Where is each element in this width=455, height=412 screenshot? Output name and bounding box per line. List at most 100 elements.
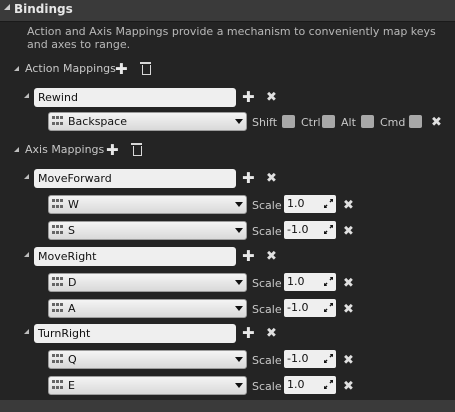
key-value: D bbox=[68, 276, 77, 289]
spin-arrows-icon[interactable] bbox=[324, 225, 333, 234]
chevron-down-icon bbox=[235, 357, 243, 362]
scale-input[interactable]: -1.0 bbox=[284, 221, 336, 239]
scale-input[interactable]: 1.0 bbox=[284, 195, 336, 213]
bindings-description: Action and Axis Mappings provide a mecha… bbox=[27, 25, 452, 51]
add-key-button[interactable]: ✚ bbox=[242, 326, 255, 341]
collapse-arrow-icon[interactable] bbox=[4, 4, 10, 10]
cmd-label: Cmd bbox=[380, 116, 406, 129]
scale-label: Scale bbox=[252, 303, 282, 316]
spin-arrows-icon[interactable] bbox=[324, 380, 333, 389]
description-line-2: range. bbox=[94, 38, 131, 51]
chevron-down-icon bbox=[235, 383, 243, 388]
ctrl-label: Ctrl bbox=[301, 116, 321, 129]
key-value: A bbox=[68, 302, 76, 315]
axis-name-field[interactable]: MoveForward bbox=[34, 169, 236, 188]
keyboard-icon bbox=[51, 302, 65, 314]
scale-input[interactable]: 1.0 bbox=[284, 273, 336, 291]
action-mappings-label: Action Mappings bbox=[25, 62, 116, 75]
collapse-arrow-icon[interactable] bbox=[24, 174, 29, 179]
action-mappings-section[interactable]: Action Mappings ✚ bbox=[0, 57, 455, 81]
chevron-down-icon bbox=[235, 228, 243, 233]
ctrl-checkbox[interactable] bbox=[322, 115, 335, 128]
axis-name-field[interactable]: MoveRight bbox=[34, 247, 236, 266]
remove-key-button[interactable]: ✖ bbox=[343, 303, 354, 316]
key-selector[interactable]: E bbox=[48, 376, 247, 395]
scale-input[interactable]: -1.0 bbox=[284, 350, 336, 368]
add-key-button[interactable]: ✚ bbox=[242, 171, 255, 186]
alt-checkbox[interactable] bbox=[361, 115, 374, 128]
key-value: W bbox=[68, 198, 79, 211]
chevron-down-icon bbox=[235, 202, 243, 207]
spin-arrows-icon[interactable] bbox=[324, 277, 333, 286]
axis-mappings-section[interactable]: Axis Mappings ✚ bbox=[0, 138, 455, 162]
shift-checkbox[interactable] bbox=[282, 115, 295, 128]
bindings-section-header[interactable]: Bindings bbox=[0, 0, 455, 22]
remove-key-button[interactable]: ✖ bbox=[343, 354, 354, 367]
collapse-arrow-icon[interactable] bbox=[24, 329, 29, 334]
chevron-down-icon bbox=[235, 306, 243, 311]
action-key-row: Backspace Shift Ctrl Alt Cmd ✖ bbox=[0, 109, 455, 133]
remove-key-button[interactable]: ✖ bbox=[343, 277, 354, 290]
add-action-mapping-button[interactable]: ✚ bbox=[115, 62, 128, 77]
spin-arrows-icon[interactable] bbox=[324, 354, 333, 363]
remove-key-button[interactable]: ✖ bbox=[343, 225, 354, 238]
remove-key-button[interactable]: ✖ bbox=[343, 199, 354, 212]
description-line-1: Action and Axis Mappings provide a mecha… bbox=[27, 25, 436, 51]
spin-arrows-icon[interactable] bbox=[324, 303, 333, 312]
key-selector[interactable]: W bbox=[48, 195, 247, 214]
action-group-row: Rewind ✚ ✖ bbox=[0, 85, 455, 109]
scale-label: Scale bbox=[252, 199, 282, 212]
scale-value: 1.0 bbox=[287, 197, 305, 210]
axis-group-row: TurnRight ✚ ✖ bbox=[0, 321, 455, 345]
axis-key-row: W Scale 1.0 ✖ bbox=[0, 192, 455, 216]
key-value: Q bbox=[68, 353, 77, 366]
alt-label: Alt bbox=[341, 116, 356, 129]
scale-value: 1.0 bbox=[287, 275, 305, 288]
axis-key-row: S Scale -1.0 ✖ bbox=[0, 218, 455, 242]
trash-icon[interactable] bbox=[140, 62, 151, 75]
axis-mappings-label: Axis Mappings bbox=[25, 143, 105, 156]
key-value: S bbox=[68, 224, 75, 237]
scale-label: Scale bbox=[252, 277, 282, 290]
spin-arrows-icon[interactable] bbox=[324, 199, 333, 208]
collapse-arrow-icon[interactable] bbox=[24, 93, 29, 98]
axis-name-field[interactable]: TurnRight bbox=[34, 324, 236, 343]
add-key-button[interactable]: ✚ bbox=[242, 249, 255, 264]
key-selector[interactable]: A bbox=[48, 299, 247, 318]
scale-input[interactable]: -1.0 bbox=[284, 299, 336, 317]
axis-key-row: A Scale -1.0 ✖ bbox=[0, 296, 455, 320]
chevron-down-icon bbox=[235, 119, 243, 124]
add-key-button[interactable]: ✚ bbox=[242, 90, 255, 105]
key-selector[interactable]: Q bbox=[48, 350, 247, 369]
key-selector[interactable]: S bbox=[48, 221, 247, 240]
scale-label: Scale bbox=[252, 380, 282, 393]
chevron-down-icon bbox=[235, 280, 243, 285]
scale-value: -1.0 bbox=[287, 223, 309, 236]
key-selector[interactable]: Backspace bbox=[48, 112, 247, 131]
key-value: Backspace bbox=[68, 115, 127, 128]
action-name-field[interactable]: Rewind bbox=[34, 88, 236, 107]
collapse-arrow-icon[interactable] bbox=[14, 147, 19, 152]
remove-axis-button[interactable]: ✖ bbox=[266, 250, 277, 263]
collapse-arrow-icon[interactable] bbox=[14, 66, 19, 71]
trash-icon[interactable] bbox=[131, 143, 142, 156]
scale-label: Scale bbox=[252, 354, 282, 367]
axis-key-row: Q Scale -1.0 ✖ bbox=[0, 347, 455, 371]
scale-value: 1.0 bbox=[287, 378, 305, 391]
keyboard-icon bbox=[51, 276, 65, 288]
axis-key-row: D Scale 1.0 ✖ bbox=[0, 270, 455, 294]
shift-label: Shift bbox=[252, 116, 278, 129]
remove-key-button[interactable]: ✖ bbox=[343, 380, 354, 393]
cmd-checkbox[interactable] bbox=[409, 115, 422, 128]
remove-axis-button[interactable]: ✖ bbox=[266, 172, 277, 185]
key-selector[interactable]: D bbox=[48, 273, 247, 292]
remove-action-button[interactable]: ✖ bbox=[266, 91, 277, 104]
axis-group-row: MoveForward ✚ ✖ bbox=[0, 166, 455, 190]
scale-input[interactable]: 1.0 bbox=[284, 376, 336, 394]
remove-axis-button[interactable]: ✖ bbox=[266, 327, 277, 340]
add-axis-mapping-button[interactable]: ✚ bbox=[106, 143, 119, 158]
panel-footer bbox=[0, 400, 455, 412]
collapse-arrow-icon[interactable] bbox=[24, 252, 29, 257]
keyboard-icon bbox=[51, 115, 65, 127]
remove-key-button[interactable]: ✖ bbox=[431, 116, 442, 129]
